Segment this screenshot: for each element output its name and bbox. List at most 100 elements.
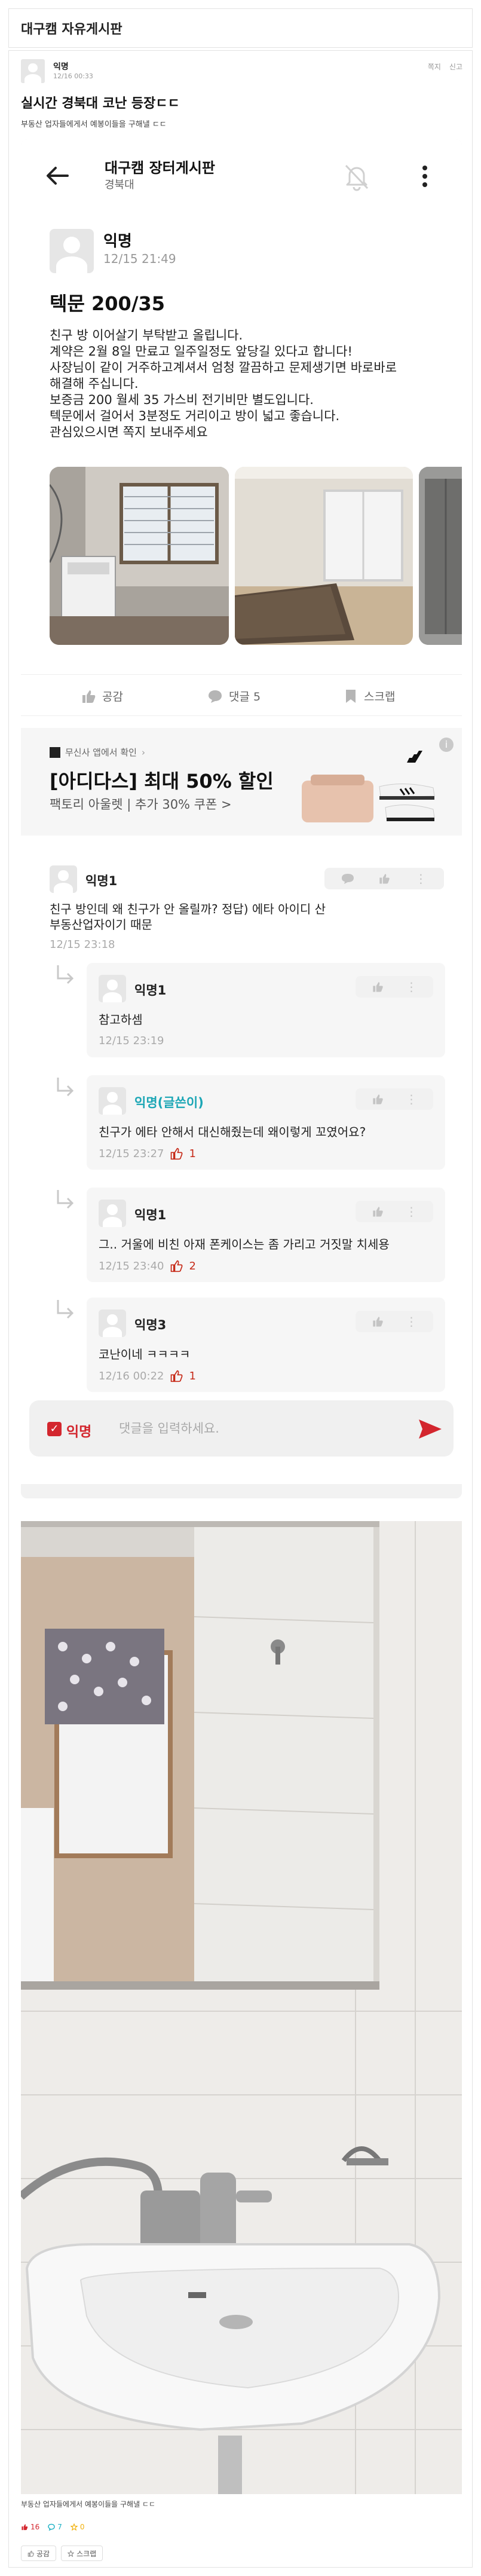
embedded-board-title: 대구캠 장터게시판	[105, 160, 215, 176]
replier-name: 익명(글쓴이)	[134, 1096, 204, 1110]
comment-item: 익명1 ⋮ 친구 방인데 왜 친구가 안 올릴까? 정답) 에타 아이디 산 부…	[50, 865, 444, 951]
reply-arrow-icon	[57, 1078, 74, 1097]
embedded-author-name: 익명	[103, 232, 132, 250]
like-label: 공감	[102, 690, 123, 703]
thumbs-up-icon	[370, 981, 385, 993]
message-button[interactable]: 쪽지	[428, 62, 441, 72]
ad-sponsor-text: 무신사 앱에서 확인	[65, 747, 137, 758]
reply-arrow-icon	[57, 1190, 74, 1209]
replier-name: 익명3	[134, 1318, 167, 1332]
star-icon	[68, 2550, 75, 2557]
embedded-post-body: 친구 방 이어살기 부탁받고 올립니다. 계약은 2월 8일 만료고 일주일정도…	[50, 328, 444, 440]
thumbs-up-outline-icon	[171, 1260, 183, 1272]
comment-text-line: 부동산업자이기 때문	[50, 917, 152, 932]
ad-product-image	[302, 751, 435, 822]
reply-action-buttons: ⋮	[356, 1311, 433, 1332]
thumbs-up-icon	[370, 1093, 385, 1105]
board-title[interactable]: 대구캠 자유게시판	[21, 19, 122, 38]
replier-avatar	[99, 1087, 126, 1115]
thumbs-up-icon	[22, 2524, 28, 2531]
embedded-author-avatar	[50, 229, 94, 273]
commenter-avatar	[50, 865, 77, 893]
more-options-icon: ⋮	[405, 1204, 418, 1219]
ad-description: 팩토리 아울렛 | 추가 30% 쿠폰 >	[50, 797, 232, 812]
scrap-label: 스크랩	[364, 690, 396, 703]
more-options-icon: ⋮	[405, 1314, 418, 1329]
more-options-icon: ⋮	[405, 980, 418, 994]
anonymous-checkbox: ✓	[47, 1422, 62, 1436]
embedded-comment-input-bar: ✓ 익명	[29, 1400, 454, 1457]
reply-timestamp: 12/15 23:27	[99, 1147, 164, 1160]
room-photo-strip	[50, 467, 462, 652]
thumbs-up-icon	[370, 1315, 385, 1327]
reply-timestamp: 12/15 23:19	[99, 1035, 164, 1047]
reply-text: 코난이네 ㅋㅋㅋㅋ	[99, 1347, 191, 1362]
ad-title: [아디다스] 최대 50% 할인	[50, 770, 274, 793]
comment-text-line: 친구 방인데 왜 친구가 안 올릴까? 정답) 에타 아이디 산	[50, 902, 326, 916]
thumbs-up-outline-icon	[171, 1370, 183, 1382]
body-line: 관심있으시면 쪽지 보내주세요	[50, 425, 208, 439]
chevron-right-icon: ›	[141, 747, 145, 758]
reply-text: 그.. 거울에 비친 아재 폰케이스는 좀 가리고 거짓말 치세용	[99, 1237, 390, 1252]
embedded-scrap-action: 스크랩	[344, 688, 395, 704]
ad-info-icon: i	[439, 738, 454, 752]
commenter-name: 익명1	[85, 874, 118, 888]
embedded-post-title: 텍문 200/35	[50, 292, 166, 315]
reply-time: 12/15 23:19	[99, 1035, 164, 1047]
more-options-icon: ⋮	[415, 871, 427, 886]
replier-name: 익명1	[134, 983, 167, 998]
reply-item: 익명3 ⋮ 코난이네 ㅋㅋㅋㅋ 12/16 00:22 1	[87, 1298, 445, 1392]
post-time: 12/16 00:33	[53, 72, 93, 80]
comment-timestamp: 12/15 23:18	[50, 938, 115, 951]
like-button-label: 공감	[36, 2549, 50, 2558]
room-photo-window	[50, 467, 229, 645]
replier-name: 익명1	[134, 1208, 167, 1222]
embedded-ad-banner: 무신사 앱에서 확인 › [아디다스] 최대 50% 할인 팩토리 아울렛 | …	[21, 728, 462, 836]
comment-reply-icon	[341, 873, 355, 885]
thumbs-up-icon	[82, 690, 96, 703]
reply-like-count: 1	[189, 1369, 196, 1382]
body-line: 계약은 2월 8일 만료고 일주일정도 앞당길 있다고 합니다!	[50, 344, 353, 359]
reply-item: 익명(글쓴이) ⋮ 친구가 에타 안해서 대신해줬는데 왜이렇게 꼬였어요? 1…	[87, 1075, 445, 1170]
page: 대구캠 자유게시판 익명 12/16 00:33 쪽지 신고 실시간 경북대 코…	[0, 0, 481, 2576]
embedded-post-time: 12/15 21:49	[103, 252, 176, 266]
send-icon	[419, 1419, 442, 1439]
reply-time: 12/15 23:27 1	[99, 1147, 196, 1160]
comment-count-label: 댓글 5	[229, 690, 261, 703]
reply-like-count: 2	[189, 1259, 196, 1272]
report-button[interactable]: 신고	[449, 62, 462, 72]
thumbs-up-outline-icon	[171, 1148, 183, 1160]
attached-photo-bathroom[interactable]	[21, 1521, 462, 2494]
embedded-app-bar: 대구캠 장터게시판 경북대	[21, 139, 462, 211]
reply-text: 친구가 에타 안해서 대신해줬는데 왜이렇게 꼬였어요?	[99, 1125, 366, 1139]
embedded-comment-action: 댓글 5	[207, 688, 261, 704]
embedded-like-action: 공감	[81, 688, 123, 704]
replier-avatar	[99, 1310, 126, 1337]
musinsa-logo-icon	[50, 747, 60, 758]
body-line: 사장님이 같이 거주하고계셔서 엄청 깔끔하고 문제생기면 바로바로	[50, 360, 397, 375]
scrap-button[interactable]: 스크랩	[61, 2546, 103, 2561]
thumbs-up-icon	[27, 2550, 34, 2557]
reply-arrow-icon	[57, 1300, 74, 1319]
post-bottom-buttons: 공감 스크랩	[21, 2546, 103, 2561]
board-header: 대구캠 자유게시판	[8, 8, 473, 48]
reply-action-buttons: ⋮	[356, 1201, 433, 1222]
post-stats: 16 7 0	[21, 2523, 85, 2531]
reply-time: 12/15 23:40 2	[99, 1259, 196, 1272]
bathroom-photo	[21, 1521, 462, 2494]
comment-action-buttons: ⋮	[324, 868, 444, 889]
replier-avatar	[99, 1200, 126, 1227]
scrap-button-label: 스크랩	[76, 2549, 97, 2558]
body-line: 텍문에서 걸어서 3분정도 거리이고 방이 넓고 좋습니다.	[50, 409, 340, 423]
comment-text: 친구 방인데 왜 친구가 안 올릴까? 정답) 에타 아이디 산 부동산업자이기…	[50, 901, 326, 932]
post-card: 익명 12/16 00:33 쪽지 신고 실시간 경북대 코난 등장ㄷㄷ 부동산…	[8, 50, 473, 2568]
post-caption: 부동산 업자들에게서 예봉이들을 구해낼 ㄷㄷ	[21, 2500, 156, 2508]
attached-screenshot[interactable]: 대구캠 장터게시판 경북대 익명 12/15 21:49 텍문 200/35 친…	[21, 139, 462, 1498]
star-icon	[70, 2523, 78, 2531]
reply-action-buttons: ⋮	[356, 976, 433, 998]
like-button[interactable]: 공감	[21, 2546, 57, 2561]
anonymous-label: 익명	[66, 1424, 92, 1440]
reply-item: 익명1 ⋮ 참고하셈 12/15 23:19	[87, 963, 445, 1057]
thumbs-up-icon	[370, 1206, 385, 1217]
author-avatar	[21, 59, 45, 83]
